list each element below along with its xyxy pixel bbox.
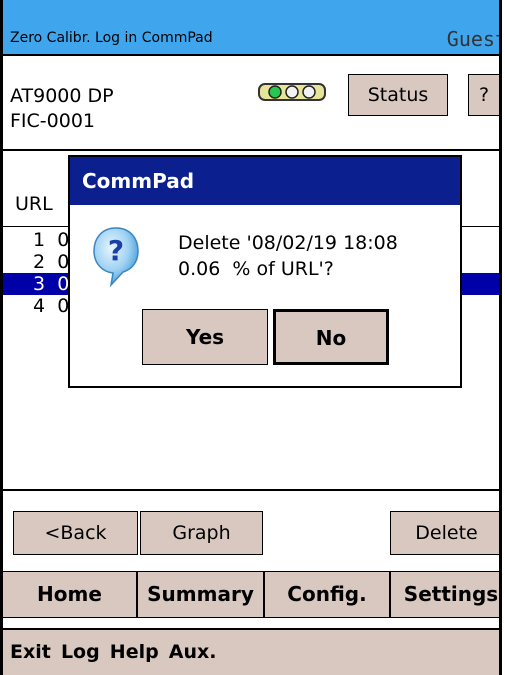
no-button[interactable]: No [273, 309, 389, 365]
divider [3, 149, 499, 151]
row-number: 3 [33, 273, 46, 295]
tab-home[interactable]: Home [3, 572, 138, 617]
title-bar: Zero Calibr. Log in CommPad Guest [3, 0, 499, 56]
dialog-message-line2: 0.06 % of URL'? [178, 258, 334, 280]
svg-text:?: ? [108, 234, 124, 267]
row-number: 4 [33, 295, 46, 317]
device-tag: FIC-0001 [10, 110, 96, 132]
tab-config[interactable]: Config. [265, 572, 391, 617]
device-info: AT9000 DP FIC-0001 [10, 84, 114, 134]
yes-button[interactable]: Yes [142, 309, 268, 365]
user-label: Guest [446, 27, 502, 51]
menu-help[interactable]: Help [110, 630, 159, 674]
tab-settings[interactable]: Settings [391, 572, 499, 617]
delete-button[interactable]: Delete [390, 511, 499, 555]
tab-bar: Home Summary Config. Settings [3, 571, 499, 618]
question-icon: ? [93, 227, 139, 288]
status-button[interactable]: Status [348, 74, 448, 116]
tab-summary[interactable]: Summary [138, 572, 265, 617]
dialog-message-line1: Delete '08/02/19 18:08 [178, 232, 398, 254]
menu-bar: Exit Log Help Aux. [3, 628, 499, 675]
app-window: Zero Calibr. Log in CommPad Guest AT9000… [0, 0, 502, 675]
menu-exit[interactable]: Exit [10, 630, 51, 674]
back-button[interactable]: <Back [13, 511, 138, 555]
row-number: 2 [33, 251, 46, 273]
dialog-message: Delete '08/02/19 18:08 0.06 % of URL'? [178, 230, 398, 282]
help-button[interactable]: ? [468, 74, 499, 116]
row-number: 1 [33, 229, 46, 251]
dialog-title: CommPad [70, 157, 460, 205]
connection-status-icon [258, 83, 326, 101]
graph-button[interactable]: Graph [140, 511, 263, 555]
menu-aux[interactable]: Aux. [169, 630, 217, 674]
confirm-delete-dialog: CommPad ? Delete '08/02/19 18:08 0.06 % … [68, 155, 462, 388]
device-model: AT9000 DP [10, 85, 114, 107]
column-label-url: URL [15, 193, 53, 215]
menu-log[interactable]: Log [61, 630, 100, 674]
app-title: Zero Calibr. Log in CommPad [10, 30, 213, 46]
